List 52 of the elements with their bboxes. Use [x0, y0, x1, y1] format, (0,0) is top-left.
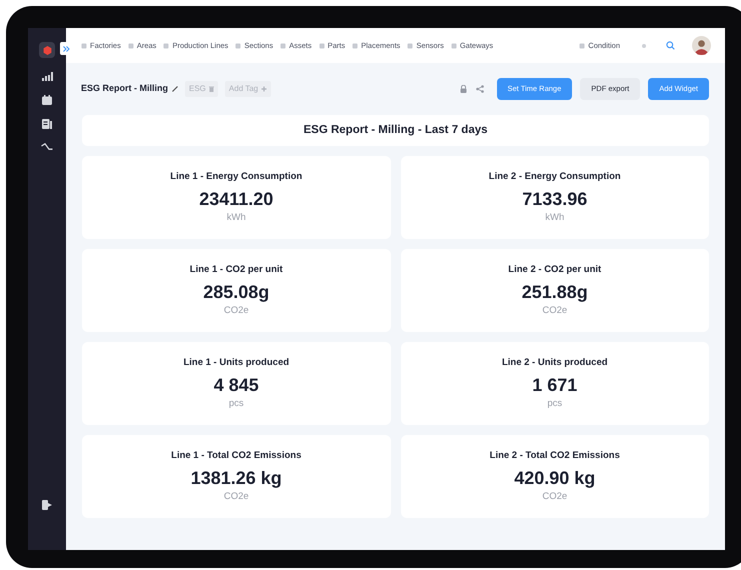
metric-title: Line 1 - Total CO2 Emissions [171, 448, 302, 463]
nav-item-icon [579, 42, 586, 48]
nav-item-icon [235, 42, 242, 48]
document-icon[interactable] [42, 119, 52, 129]
plus-icon [261, 86, 268, 92]
metric-value: 420.90 kg [514, 467, 596, 490]
metric-value: 4 845 [214, 374, 259, 397]
nav-item-icon [407, 42, 414, 48]
line-graph-icon[interactable] [41, 143, 53, 150]
nav-item-icon [128, 42, 134, 48]
bar-chart-icon[interactable] [42, 72, 52, 81]
metric-unit: pcs [228, 397, 244, 411]
metric-value: 7133.96 [522, 188, 588, 211]
metric-unit: CO2e [542, 490, 568, 504]
avatar[interactable] [692, 36, 711, 55]
metric-title: Line 1 - Energy Consumption [170, 170, 302, 184]
share-icon[interactable] [476, 85, 484, 93]
metric-unit: kWh [545, 211, 564, 225]
metric-value: 285.08g [203, 281, 270, 304]
metric-unit: CO2e [542, 304, 568, 318]
metric-title: Line 2 - Energy Consumption [488, 170, 621, 184]
metric-title: Line 2 - Total CO2 Emissions [490, 448, 620, 463]
metric-title: Line 2 - Units produced [502, 356, 608, 370]
trash-icon [208, 86, 214, 92]
nav-item-icon [450, 42, 457, 48]
report-heading: ESG Report - Milling - Last 7 days [303, 122, 488, 138]
metric-value: 1 671 [532, 374, 578, 397]
metric-title: Line 1 - Units produced [183, 356, 290, 370]
nav-item-icon [318, 42, 325, 48]
nav-item-icon [352, 42, 358, 48]
double-chevron-icon [62, 46, 70, 52]
calendar-icon[interactable] [42, 95, 52, 105]
search-icon[interactable] [666, 41, 675, 50]
nav-item-icon [163, 42, 170, 48]
report-title: ESG Report - Milling [81, 82, 168, 96]
logo-button[interactable] [39, 42, 55, 58]
metric-unit: kWh [226, 211, 246, 225]
logout-icon[interactable] [42, 500, 52, 510]
metric-unit: pcs [547, 397, 562, 411]
lock-icon[interactable] [460, 85, 466, 93]
metric-value: 1381.26 kg [190, 467, 282, 490]
metric-title: Line 1 - CO2 per unit [190, 262, 283, 277]
logo-icon [42, 46, 52, 54]
expand-sidebar-button[interactable] [60, 42, 72, 55]
metric-unit: CO2e [224, 490, 249, 504]
metric-title: Line 2 - CO2 per unit [508, 262, 602, 277]
nav-item-icon [280, 42, 286, 48]
metric-unit: CO2e [224, 304, 249, 318]
nav-item-icon [81, 42, 87, 48]
metric-value: 23411.20 [199, 188, 274, 211]
pencil-icon[interactable] [172, 86, 178, 92]
metric-value: 251.88g [522, 281, 588, 304]
